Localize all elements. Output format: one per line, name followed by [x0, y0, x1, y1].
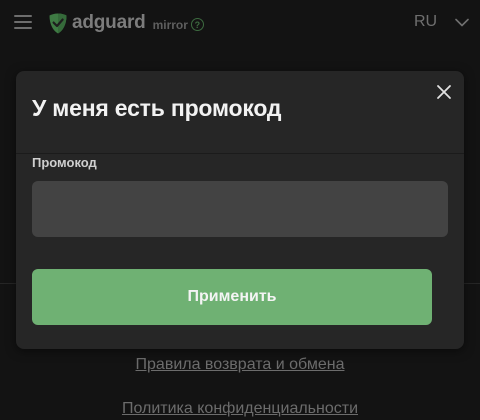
promo-code-label: Промокод: [32, 155, 97, 170]
adguard-shield-icon: [49, 13, 67, 33]
chevron-down-icon: [455, 18, 469, 26]
promo-code-modal: У меня есть промокод Промокод Применить: [16, 71, 464, 349]
mirror-label: mirror: [152, 17, 188, 32]
hamburger-menu-icon[interactable]: [14, 15, 34, 31]
language-selector[interactable]: RU: [414, 13, 469, 31]
top-bar: adguard mirror ? RU: [0, 0, 480, 46]
modal-title: У меня есть промокод: [32, 95, 282, 121]
modal-divider: [16, 153, 464, 154]
help-icon[interactable]: ?: [190, 18, 204, 31]
page-background: adguard mirror ? RU Правила возврата и о…: [0, 0, 480, 420]
adguard-logo[interactable]: adguard mirror ?: [49, 12, 204, 34]
refund-policy-link[interactable]: Правила возврата и обмена: [0, 356, 480, 374]
apply-button[interactable]: Применить: [32, 269, 432, 325]
logo-text: adguard: [72, 12, 146, 33]
privacy-policy-link[interactable]: Политика конфиденциальности: [0, 400, 480, 418]
promo-code-input[interactable]: [32, 181, 448, 237]
language-label: RU: [414, 13, 438, 30]
close-icon[interactable]: [434, 82, 454, 102]
